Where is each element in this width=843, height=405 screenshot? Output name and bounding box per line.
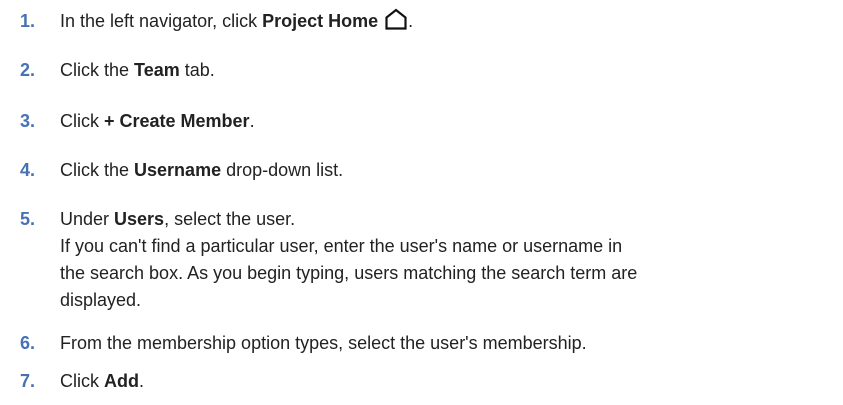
step-number: 3.: [20, 111, 36, 131]
step-text-emphasis: Users: [114, 209, 165, 229]
step-number: 7.: [20, 371, 36, 391]
step-text: From the membership option types, select…: [60, 333, 587, 353]
step-number: 4.: [20, 160, 36, 180]
step-text: Click the Username drop-down list.: [60, 157, 820, 184]
step-text-emphasis: Project Home: [262, 11, 379, 31]
step-text-before: Click the: [60, 160, 135, 180]
step-text-after: , select the user.: [164, 209, 296, 229]
step-detail-line: If you can't find a particular user, ent…: [60, 236, 623, 256]
step-number: 5.: [20, 209, 36, 229]
step-text-before: Click: [60, 371, 104, 391]
procedure-steps: 1. In the left navigator, click Project …: [0, 0, 843, 405]
step-text-emphasis: Add: [104, 371, 139, 391]
step-text: Click the Team tab.: [60, 57, 820, 84]
step-text-emphasis: + Create Member: [104, 111, 250, 131]
step-text-after: .: [249, 111, 255, 131]
step-text-emphasis: Username: [134, 160, 222, 180]
step-text: Under Users, select the user. If you can…: [60, 206, 820, 314]
step-text-after: .: [408, 11, 414, 31]
step-text-before: In the left navigator, click: [60, 11, 263, 31]
step-text: Click + Create Member.: [60, 108, 820, 135]
step-text-after: drop-down list.: [221, 160, 344, 180]
step-text-before: Click: [60, 111, 104, 131]
step-text-after: tab.: [179, 60, 215, 80]
step-text: Click Add.: [60, 368, 820, 395]
step-number: 2.: [20, 60, 36, 80]
step-text-after: .: [139, 371, 145, 391]
step-text: In the left navigator, click Project Hom…: [60, 8, 820, 38]
step-number: 1.: [20, 11, 36, 31]
step-detail-line: displayed.: [60, 290, 142, 310]
home-icon: [384, 8, 408, 38]
step-text-line: Under Users, select the user.: [60, 206, 820, 233]
step-text-before: Click the: [60, 60, 135, 80]
step-detail-line: the search box. As you begin typing, use…: [60, 263, 638, 283]
step-text-before: Under: [60, 209, 115, 229]
step-number: 6.: [20, 333, 36, 353]
step-text-emphasis: Team: [134, 60, 180, 80]
